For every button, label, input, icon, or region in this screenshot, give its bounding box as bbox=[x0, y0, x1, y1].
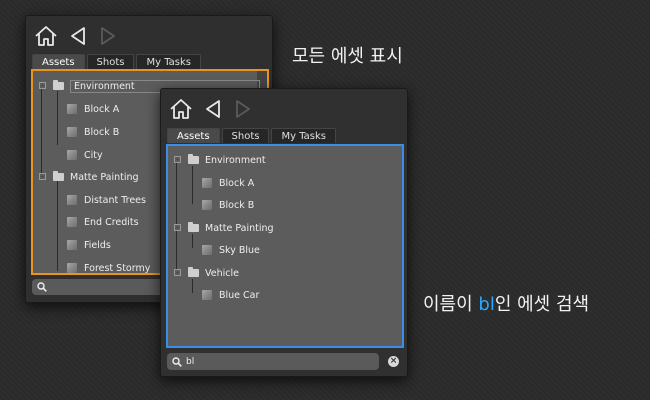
asset-cube-icon bbox=[67, 195, 77, 205]
asset-cube-icon bbox=[67, 104, 77, 114]
caption-search: 이름이 bl인 에셋 검색 bbox=[423, 294, 590, 315]
asset-cube-icon bbox=[67, 127, 77, 137]
tab-assets[interactable]: Assets bbox=[167, 128, 220, 143]
tab-shots[interactable]: Shots bbox=[221, 128, 270, 143]
forward-arrow-icon bbox=[101, 27, 115, 45]
tree-item-asset[interactable]: Forest Stormy bbox=[67, 259, 150, 273]
asset-cube-icon bbox=[67, 240, 77, 250]
asset-cube-icon bbox=[67, 217, 77, 227]
tree-item-folder[interactable]: - Environment bbox=[174, 151, 266, 169]
folder-icon bbox=[53, 171, 64, 181]
search-input[interactable]: bl bbox=[167, 353, 379, 370]
back-arrow-icon[interactable] bbox=[203, 99, 223, 119]
search-term-highlight: bl bbox=[478, 294, 495, 315]
tree-item-folder[interactable]: - Vehicle bbox=[174, 264, 239, 282]
forward-arrow-icon bbox=[236, 100, 250, 118]
asset-cube-icon bbox=[67, 263, 77, 273]
tree-item-asset[interactable]: Block B bbox=[202, 196, 254, 214]
caption-show-all: 모든 에셋 표시 bbox=[292, 46, 403, 67]
search-icon bbox=[172, 356, 182, 367]
tree-item-asset[interactable]: Distant Trees bbox=[67, 191, 146, 209]
asset-tree[interactable]: - Environment Block A Block B - Matte Pa… bbox=[166, 144, 404, 348]
tree-item-asset[interactable]: End Credits bbox=[67, 213, 139, 231]
tree-item-asset[interactable]: City bbox=[67, 146, 103, 164]
tree-item-folder[interactable]: - Matte Painting bbox=[174, 219, 274, 237]
folder-icon bbox=[188, 154, 199, 164]
search-icon bbox=[37, 282, 47, 292]
clear-icon[interactable]: × bbox=[388, 356, 399, 367]
asset-cube-icon bbox=[202, 290, 212, 300]
asset-browser-panel-search: Assets Shots My Tasks - Environment Bloc… bbox=[160, 88, 408, 377]
home-icon[interactable] bbox=[169, 98, 193, 120]
tab-my-tasks[interactable]: My Tasks bbox=[271, 128, 337, 143]
back-arrow-icon[interactable] bbox=[68, 26, 88, 46]
tab-bar: Assets Shots My Tasks bbox=[167, 128, 337, 143]
folder-icon bbox=[188, 267, 199, 277]
tree-item-asset[interactable]: Blue Car bbox=[202, 286, 259, 304]
asset-cube-icon bbox=[67, 150, 77, 160]
folder-icon bbox=[53, 80, 64, 90]
nav-bar bbox=[169, 95, 253, 123]
tree-item-asset[interactable]: Fields bbox=[67, 236, 111, 254]
tree-item-asset[interactable]: Block A bbox=[67, 100, 119, 118]
tree-item-folder[interactable]: - Matte Painting bbox=[39, 168, 139, 186]
asset-cube-icon bbox=[202, 178, 212, 188]
asset-cube-icon bbox=[202, 200, 212, 210]
tab-assets[interactable]: Assets bbox=[32, 54, 85, 69]
tab-bar: Assets Shots My Tasks bbox=[32, 54, 202, 69]
nav-bar bbox=[34, 22, 118, 50]
home-icon[interactable] bbox=[34, 25, 58, 47]
tree-item-asset[interactable]: Block B bbox=[67, 123, 119, 141]
tree-item-asset[interactable]: Block A bbox=[202, 174, 254, 192]
tree-item-asset[interactable]: Sky Blue bbox=[202, 241, 260, 259]
tab-my-tasks[interactable]: My Tasks bbox=[136, 54, 202, 69]
tab-shots[interactable]: Shots bbox=[86, 54, 135, 69]
asset-cube-icon bbox=[202, 245, 212, 255]
folder-icon bbox=[188, 222, 199, 232]
